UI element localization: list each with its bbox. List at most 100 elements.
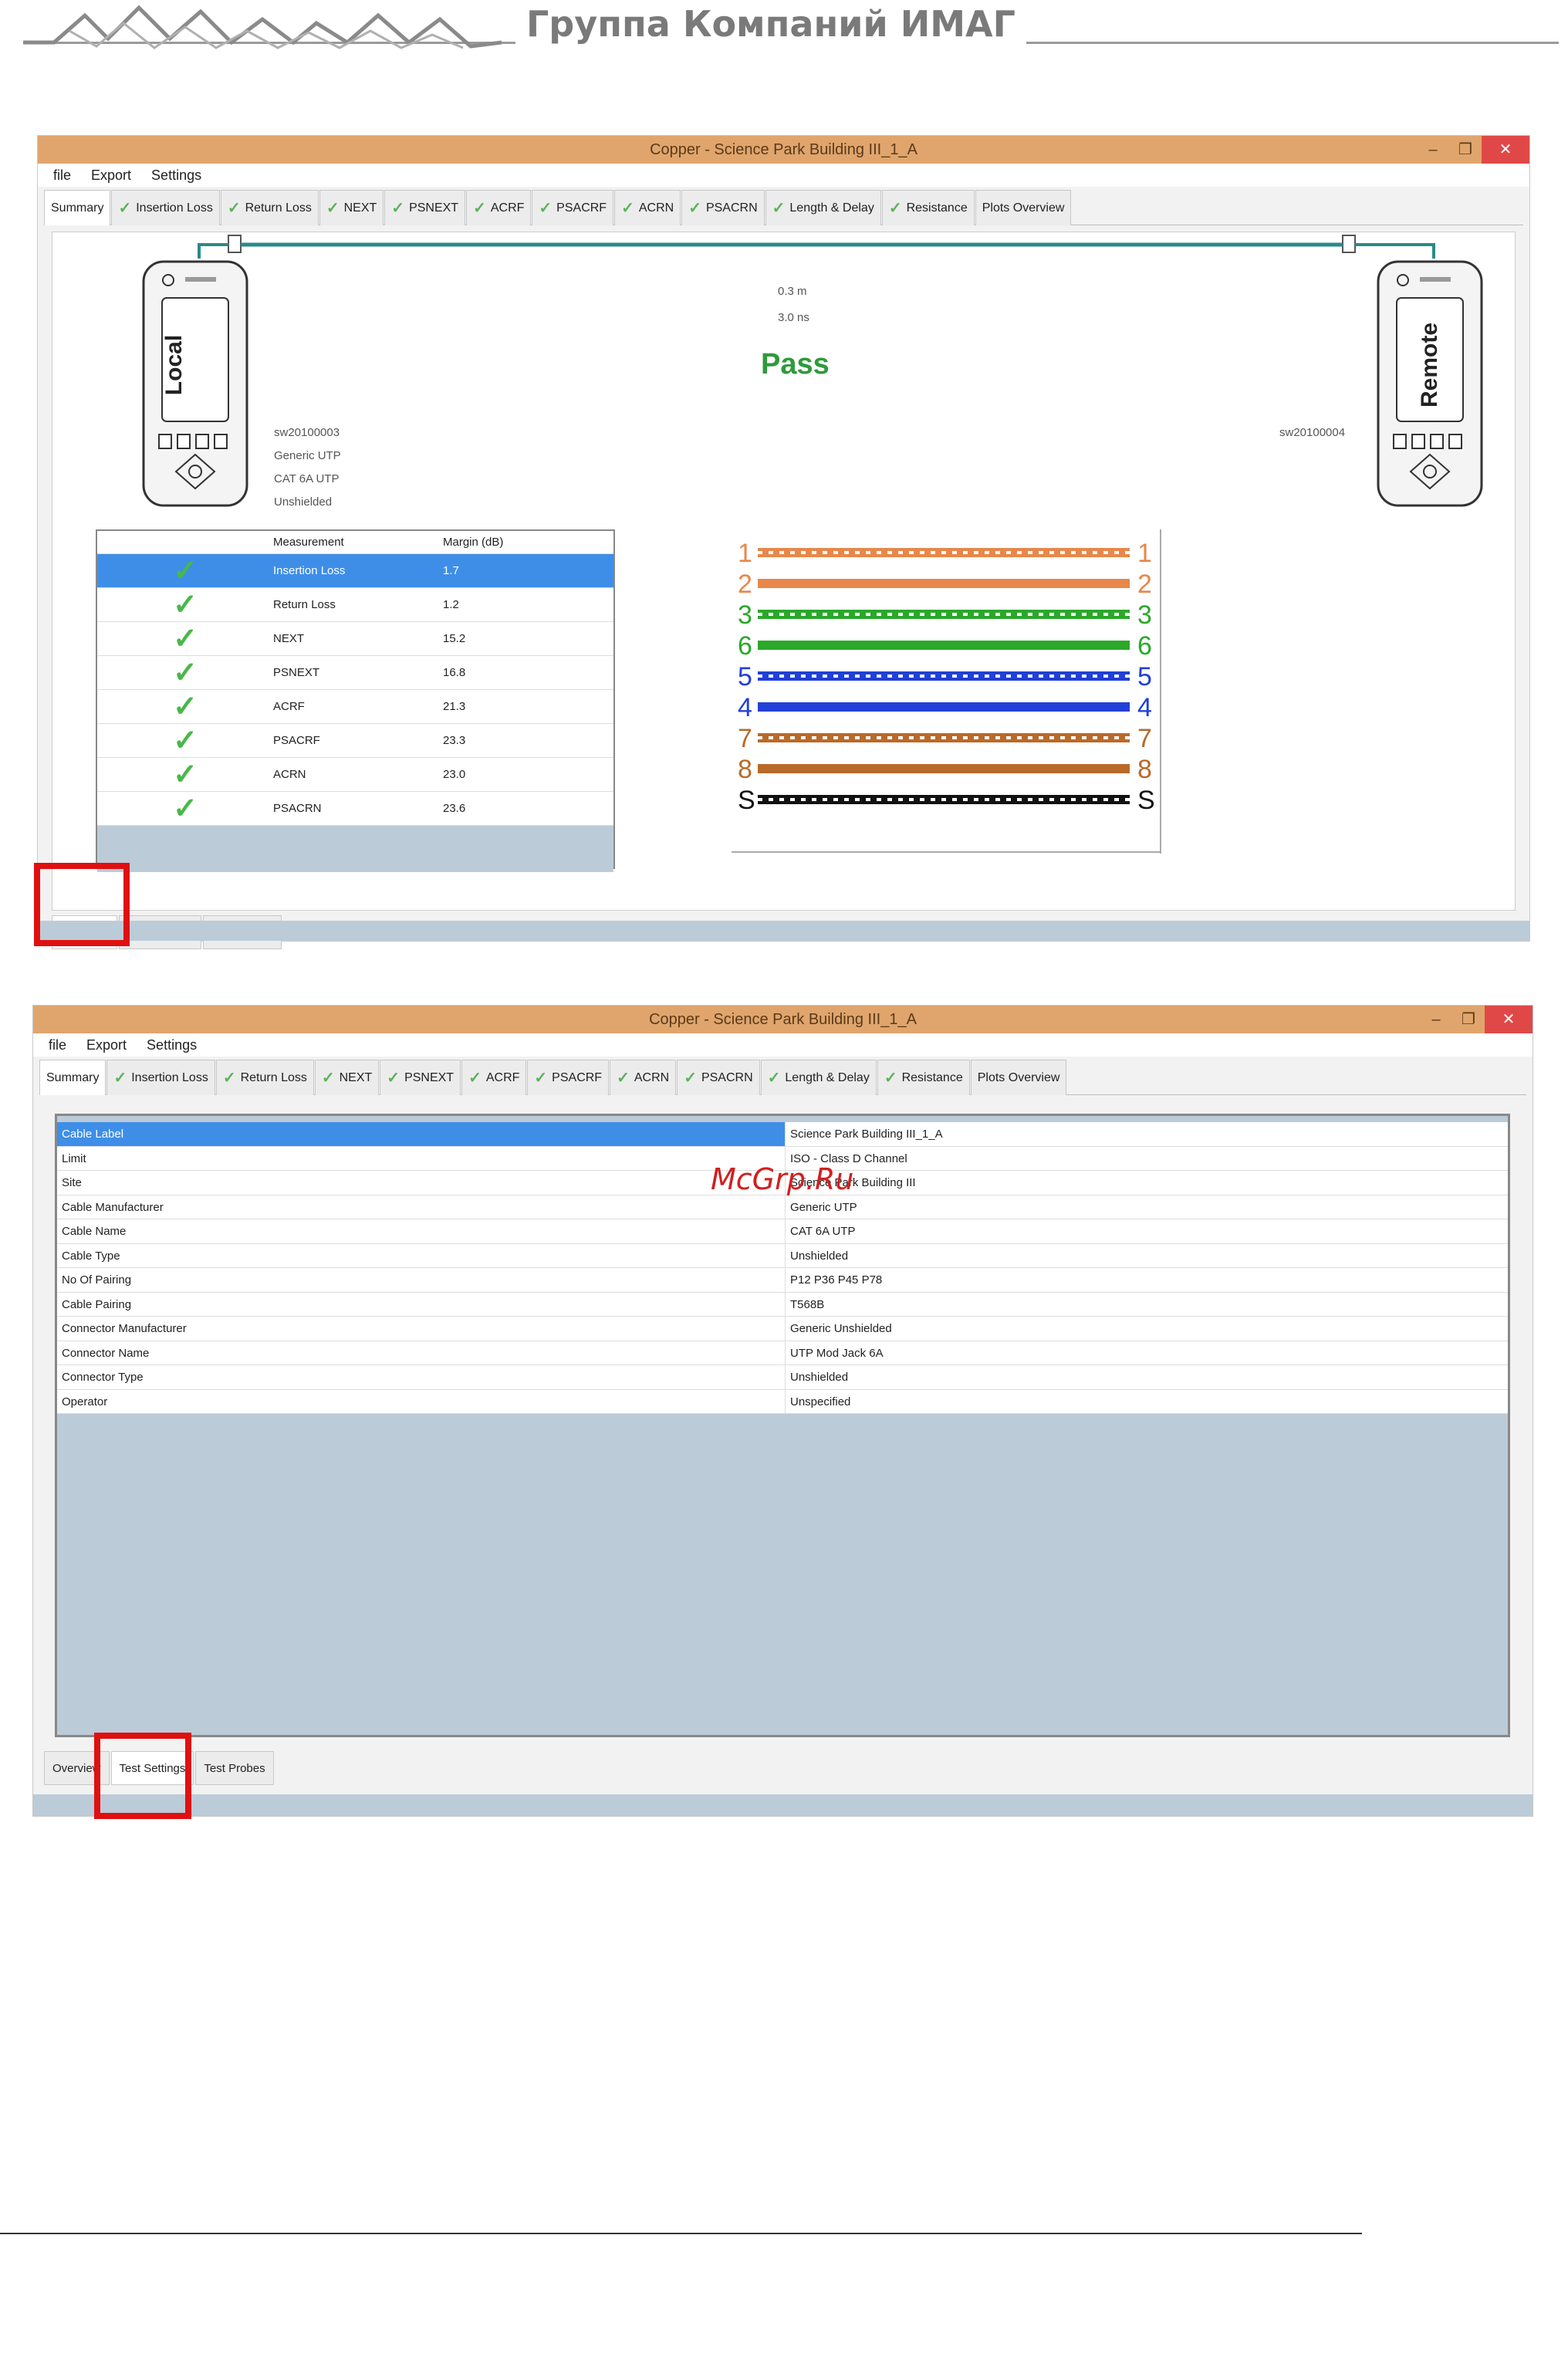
tab-summary[interactable]: Summary — [44, 190, 111, 225]
setting-key: Operator — [57, 1389, 786, 1413]
test-settings-window: Copper - Science Park Building III_1_A –… — [32, 1005, 1533, 1817]
setting-value: Science Park Building III_1_A — [790, 1128, 943, 1141]
measurement-name: Insertion Loss — [273, 564, 346, 577]
local-cable-type: Unshielded — [274, 495, 333, 509]
tab-acrn[interactable]: ✓ ACRN — [614, 190, 681, 225]
window-controls: – ❐ ✕ — [1417, 136, 1529, 164]
menu-export[interactable]: Export — [86, 1037, 127, 1053]
tab-psacrn[interactable]: ✓ PSACRN — [681, 190, 765, 225]
check-icon: ✓ — [617, 1070, 630, 1087]
table-row[interactable]: ✓ PSACRN 23.6 — [97, 792, 613, 826]
pin-right-6: 6 — [1137, 631, 1152, 661]
tab-acrn[interactable]: ✓ ACRN — [610, 1060, 677, 1095]
tab-acrf[interactable]: ✓ ACRF — [466, 190, 532, 225]
setting-key: Site — [57, 1171, 786, 1195]
tab-acrf[interactable]: ✓ ACRF — [461, 1060, 527, 1095]
local-device-info: sw20100003 Generic UTP CAT 6A UTP Unshie… — [274, 421, 341, 514]
pin-left-8: 8 — [738, 755, 752, 784]
table-row[interactable]: ✓ Return Loss 1.2 — [97, 588, 613, 622]
table-row[interactable]: Operator Unspecified — [57, 1389, 1508, 1414]
tab-label: ACRN — [638, 201, 674, 215]
table-row[interactable]: Cable Pairing T568B — [57, 1292, 1508, 1317]
table-row[interactable]: ✓ NEXT 15.2 — [97, 622, 613, 656]
tab-return-loss[interactable]: ✓ Return Loss — [220, 190, 319, 225]
tab-length-delay[interactable]: ✓ Length & Delay — [760, 1060, 877, 1095]
window-title: Copper - Science Park Building III_1_A — [33, 1006, 1533, 1033]
table-row[interactable]: Cable Type Unshielded — [57, 1243, 1508, 1268]
tab-psnext[interactable]: ✓ PSNEXT — [384, 190, 466, 225]
check-icon: ✓ — [884, 1070, 897, 1087]
tab-label: PSACRN — [701, 1070, 753, 1084]
tab-label: Length & Delay — [789, 201, 874, 215]
tab-label: ACRF — [485, 1070, 520, 1084]
bottom-tab-test-probes[interactable]: Test Probes — [195, 1751, 274, 1785]
setting-value: Science Park Building III — [790, 1176, 916, 1189]
remote-serial: sw20100004 — [1279, 426, 1346, 439]
tab-label: ACRF — [490, 201, 525, 215]
check-icon: ✓ — [227, 200, 241, 217]
tab-return-loss[interactable]: ✓ Return Loss — [215, 1060, 314, 1095]
tab-plots-overview[interactable]: Plots Overview — [970, 1060, 1067, 1095]
setting-value: Generic Unshielded — [790, 1322, 892, 1335]
tab-summary[interactable]: Summary — [39, 1060, 106, 1095]
setting-key: Connector Manufacturer — [57, 1317, 786, 1341]
close-icon[interactable]: ✕ — [1485, 1006, 1533, 1033]
minimize-icon[interactable]: – — [1417, 136, 1449, 164]
tab-label: Summary — [51, 201, 104, 215]
delay-value: 3.0 ns — [778, 311, 809, 324]
menu-export[interactable]: Export — [91, 167, 131, 184]
imag-logo-mountains — [23, 5, 502, 49]
table-row[interactable]: ✓ ACRN 23.0 — [97, 758, 613, 792]
check-icon: ✓ — [118, 200, 132, 217]
table-row[interactable]: ✓ Insertion Loss 1.7 — [97, 554, 613, 588]
tab-resistance[interactable]: ✓ Resistance — [877, 1060, 970, 1095]
remote-label: Remote — [1417, 322, 1442, 408]
check-icon: ✓ — [888, 200, 902, 217]
table-row[interactable]: Connector Type Unshielded — [57, 1365, 1508, 1390]
tab-label: PSACRF — [556, 201, 607, 215]
table-header: Measurement Margin (dB) — [97, 531, 613, 554]
menu-settings[interactable]: Settings — [147, 1037, 197, 1053]
measurement-name: NEXT — [273, 632, 305, 645]
setting-key: Cable Pairing — [57, 1292, 786, 1316]
table-row[interactable]: Cable Manufacturer Generic UTP — [57, 1195, 1508, 1219]
tab-next[interactable]: ✓ NEXT — [319, 190, 384, 225]
tab-resistance[interactable]: ✓ Resistance — [881, 190, 975, 225]
local-cable-manufacturer: Generic UTP — [274, 449, 341, 462]
menu-file[interactable]: file — [53, 167, 71, 184]
pin-right-5: 5 — [1137, 662, 1152, 692]
restore-icon[interactable]: ❐ — [1449, 136, 1482, 164]
tab-plots-overview[interactable]: Plots Overview — [975, 190, 1072, 225]
table-row[interactable]: ✓ PSACRF 23.3 — [97, 724, 613, 758]
tab-label: Plots Overview — [977, 1070, 1060, 1084]
tab-psacrf[interactable]: ✓ PSACRF — [532, 190, 614, 225]
restore-icon[interactable]: ❐ — [1452, 1006, 1485, 1033]
tab-insertion-loss[interactable]: ✓ Insertion Loss — [111, 190, 220, 225]
table-row[interactable]: Connector Name UTP Mod Jack 6A — [57, 1341, 1508, 1365]
check-icon: ✓ — [321, 1070, 335, 1087]
overview-window: Copper - Science Park Building III_1_A –… — [37, 135, 1530, 949]
table-row[interactable]: Connector Manufacturer Generic Unshielded — [57, 1317, 1508, 1341]
table-row[interactable]: No Of Pairing P12 P36 P45 P78 — [57, 1268, 1508, 1293]
table-row[interactable]: ✓ ACRF 21.3 — [97, 690, 613, 724]
tab-label: Return Loss — [240, 1070, 307, 1084]
table-row[interactable]: Cable Name CAT 6A UTP — [57, 1219, 1508, 1244]
tab-next[interactable]: ✓ NEXT — [314, 1060, 380, 1095]
menu-settings[interactable]: Settings — [151, 167, 201, 184]
table-row[interactable]: Cable Label Science Park Building III_1_A — [57, 1122, 1508, 1147]
tab-psacrf[interactable]: ✓ PSACRF — [527, 1060, 610, 1095]
table-row[interactable]: ✓ PSNEXT 16.8 — [97, 656, 613, 690]
tab-length-delay[interactable]: ✓ Length & Delay — [765, 190, 881, 225]
pass-check-icon: ✓ — [173, 759, 198, 791]
setting-value: P12 P36 P45 P78 — [790, 1273, 883, 1287]
menu-file[interactable]: file — [49, 1037, 66, 1053]
measurement-name: ACRF — [273, 700, 305, 713]
close-icon[interactable]: ✕ — [1482, 136, 1529, 164]
tab-psnext[interactable]: ✓ PSNEXT — [380, 1060, 461, 1095]
margin-value: 16.8 — [443, 666, 466, 679]
tab-label: Resistance — [906, 201, 968, 215]
check-icon: ✓ — [684, 1070, 697, 1087]
minimize-icon[interactable]: – — [1420, 1006, 1452, 1033]
tab-psacrn[interactable]: ✓ PSACRN — [677, 1060, 760, 1095]
tab-insertion-loss[interactable]: ✓ Insertion Loss — [106, 1060, 215, 1095]
